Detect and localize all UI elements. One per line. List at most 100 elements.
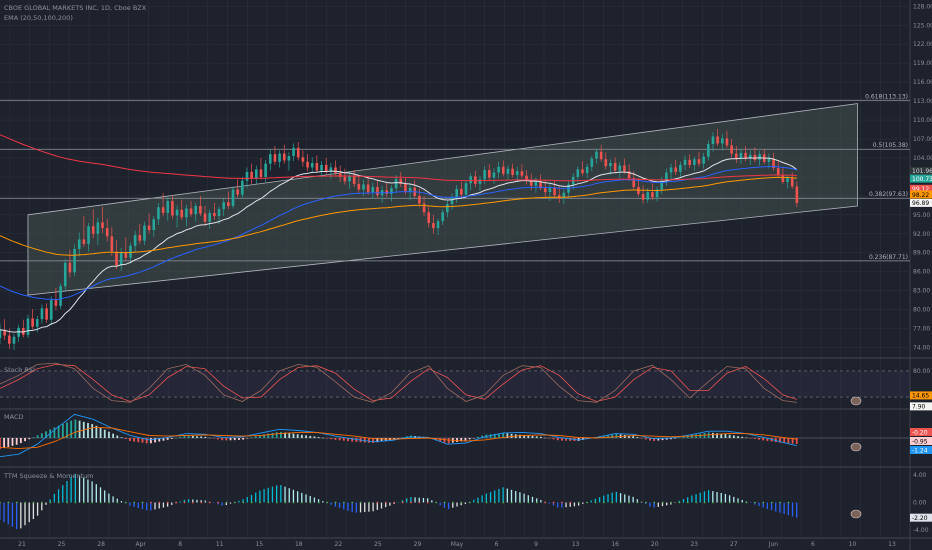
- ttm-momentum-bar: [179, 501, 181, 503]
- macd-histogram-bar: [678, 437, 681, 439]
- price-axis-badge-label: 96.89: [912, 200, 929, 207]
- ttm-momentum-bar: [531, 496, 534, 503]
- ttm-momentum-bar: [288, 488, 290, 503]
- fib-level-label: 0.5(105.38): [873, 142, 908, 149]
- candle-body: [357, 183, 361, 190]
- stoch-axis-badge-label: 7.90: [912, 404, 926, 411]
- time-tick-label: 16: [611, 541, 619, 548]
- ttm-squeeze-dot: [594, 501, 597, 504]
- ttm-squeeze-dot: [326, 501, 329, 504]
- ttm-squeeze-dot: [343, 501, 345, 504]
- price-tick-label: 125.00: [913, 22, 932, 29]
- ttm-momentum-bar: [372, 502, 374, 512]
- ttm-squeeze-dot: [611, 501, 614, 504]
- ttm-squeeze-dot: [82, 501, 85, 504]
- ttm-momentum-bar: [666, 502, 668, 506]
- macd-histogram-bar: [238, 438, 240, 440]
- candle-body: [166, 200, 170, 213]
- candle-body: [152, 219, 156, 230]
- candle-body: [436, 221, 440, 229]
- candle-body: [515, 171, 519, 176]
- candle-body: [26, 318, 30, 335]
- ttm-momentum-bar: [263, 489, 265, 503]
- candle-body: [334, 167, 337, 174]
- ttm-squeeze-dot: [544, 501, 547, 504]
- ttm-squeeze-dot: [410, 501, 412, 504]
- macd-histogram-bar: [531, 435, 534, 438]
- ttm-momentum-bar: [41, 502, 43, 511]
- candle-body: [767, 158, 771, 162]
- candle-body: [68, 262, 72, 273]
- price-tick-label: 107.00: [913, 136, 932, 143]
- ttm-momentum-bar: [162, 502, 165, 508]
- ttm-squeeze-dot: [24, 501, 27, 504]
- ttm-momentum-bar: [775, 502, 777, 512]
- ttm-squeeze-dot: [636, 501, 639, 504]
- time-tick-label: 13: [888, 541, 896, 548]
- candle-body: [581, 169, 584, 174]
- macd-histogram-bar: [183, 435, 186, 438]
- ttm-momentum-bar: [301, 492, 303, 503]
- macd-histogram-bar: [510, 433, 513, 438]
- ttm-momentum-bar: [619, 493, 622, 503]
- ttm-momentum-bar: [24, 502, 26, 526]
- candle-body: [553, 187, 556, 196]
- candle-body: [604, 159, 608, 167]
- ttm-momentum-bar: [527, 495, 529, 503]
- ttm-squeeze-dot: [275, 501, 278, 504]
- ttm-squeeze-dot: [527, 501, 530, 504]
- macd-histogram-bar: [175, 437, 177, 439]
- macd-histogram-bar: [749, 438, 752, 439]
- ttm-momentum-bar: [691, 495, 693, 503]
- candle-body: [96, 222, 100, 234]
- macd-axis-badge-label: -1.24: [912, 447, 928, 454]
- candle-body: [250, 171, 253, 179]
- ttm-momentum-bar: [305, 494, 307, 503]
- price-tick-label: 74.00: [913, 345, 930, 352]
- macd-histogram-bar: [225, 438, 228, 441]
- ttm-squeeze-dot: [561, 501, 563, 504]
- macd-histogram-bar: [397, 438, 400, 439]
- ttm-squeeze-dot: [552, 501, 555, 504]
- ttm-momentum-bar: [674, 502, 676, 503]
- ttm-momentum-bar: [87, 479, 89, 503]
- ttm-momentum-bar: [376, 502, 378, 510]
- candle-body: [54, 300, 58, 306]
- candle-body: [734, 153, 738, 159]
- ttm-momentum-bar: [758, 502, 760, 507]
- ttm-squeeze-dot: [426, 501, 429, 504]
- candle-body: [753, 154, 757, 160]
- ttm-squeeze-dot: [133, 501, 136, 504]
- macd-histogram-bar: [36, 435, 39, 438]
- ttm-momentum-bar: [3, 502, 5, 523]
- stoch-tick-label: 80.00: [913, 368, 930, 375]
- time-tick-label: 18: [295, 541, 303, 548]
- ttm-momentum-bar: [611, 492, 613, 503]
- ttm-squeeze-dot: [695, 501, 698, 504]
- time-tick-label: 23: [690, 541, 698, 548]
- ttm-axis-badge-label: -2.20: [912, 515, 928, 522]
- ttm-squeeze-dot: [603, 501, 605, 504]
- price-tick-label: 122.00: [913, 41, 932, 48]
- ttm-squeeze-dot: [510, 501, 513, 504]
- candle-body: [8, 335, 11, 344]
- ttm-momentum-bar: [20, 502, 22, 529]
- price-axis-badge-label: 98.22: [912, 192, 929, 199]
- candle-body: [595, 151, 598, 159]
- candle-body: [455, 188, 458, 198]
- macd-histogram-bar: [313, 436, 316, 438]
- ttm-momentum-bar: [548, 502, 550, 504]
- ttm-momentum-bar: [32, 502, 35, 520]
- candle-body: [464, 183, 468, 195]
- macd-histogram-bar: [468, 438, 471, 440]
- macd-histogram-bar: [15, 438, 18, 445]
- candle-body: [450, 197, 454, 205]
- time-tick-label: 9: [534, 541, 538, 548]
- ttm-squeeze-dot: [443, 501, 446, 504]
- chart-canvas[interactable]: 128.00125.00122.00119.00116.00113.00110.…: [0, 0, 932, 550]
- candle-body: [161, 207, 165, 213]
- candle-body: [245, 171, 249, 181]
- candle-body: [795, 186, 799, 203]
- macd-axis-badge-label: -0.95: [912, 438, 928, 445]
- ttm-squeeze-dot: [653, 501, 656, 504]
